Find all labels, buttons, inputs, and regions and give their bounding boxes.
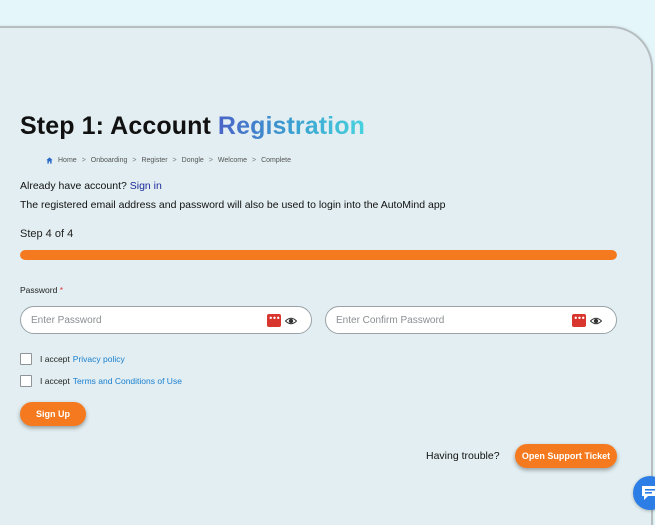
open-support-ticket-button[interactable]: Open Support Ticket — [515, 444, 617, 468]
breadcrumb-item-home[interactable]: Home — [58, 157, 77, 164]
breadcrumb-separator: > — [251, 157, 257, 164]
privacy-checkbox[interactable] — [20, 353, 32, 365]
breadcrumb-separator: > — [132, 157, 137, 164]
password-manager-icon[interactable]: ••• — [572, 314, 586, 327]
step-indicator: Step 4 of 4 — [20, 228, 74, 240]
required-marker: * — [59, 285, 64, 295]
breadcrumb-item-welcome[interactable]: Welcome — [218, 157, 247, 164]
eye-icon[interactable] — [285, 315, 297, 327]
signin-link[interactable]: Sign in — [130, 180, 162, 192]
terms-consent-row: I accept Terms and Conditions of Use — [20, 375, 182, 387]
password-input[interactable] — [31, 312, 261, 328]
progress-fill — [20, 250, 617, 260]
terms-checkbox[interactable] — [20, 375, 32, 387]
account-prompt: Already have account? — [20, 180, 127, 192]
top-bar — [0, 0, 655, 22]
info-text: The registered email address and passwor… — [20, 199, 446, 211]
page-title-accent: Registration — [217, 112, 365, 140]
progress-bar — [20, 250, 617, 260]
breadcrumb-item-complete: Complete — [261, 157, 292, 164]
privacy-consent-row: I accept Privacy policy — [20, 353, 125, 365]
breadcrumb-separator: > — [81, 157, 86, 164]
breadcrumb-separator: > — [172, 157, 177, 164]
password-field-wrapper: ••• — [20, 306, 312, 334]
confirm-password-input[interactable] — [336, 312, 566, 328]
confirm-password-field-wrapper: ••• — [325, 306, 617, 334]
page-title-prefix: Step 1: Account — [20, 112, 211, 140]
privacy-prefix: I accept — [40, 354, 70, 364]
breadcrumb-separator: > — [208, 157, 213, 164]
breadcrumb-item-onboarding[interactable]: Onboarding — [91, 157, 128, 164]
breadcrumb-item-dongle[interactable]: Dongle — [182, 157, 204, 164]
password-label: Password * — [20, 285, 63, 295]
terms-link[interactable]: Terms and Conditions of Use — [73, 376, 182, 386]
privacy-policy-link[interactable]: Privacy policy — [73, 354, 125, 364]
chat-icon — [642, 486, 655, 500]
signup-button[interactable]: Sign Up — [20, 402, 86, 426]
account-prompt-line: Already have account? Sign in — [20, 180, 162, 192]
password-label-text: Password — [20, 285, 58, 295]
breadcrumb-item-register[interactable]: Register — [141, 157, 167, 164]
trouble-text: Having trouble? — [426, 450, 500, 462]
page-title: Step 1: Account Registration — [20, 112, 365, 141]
breadcrumb: Home > Onboarding > Register > Dongle > … — [46, 157, 291, 164]
terms-prefix: I accept — [40, 376, 70, 386]
password-manager-icon[interactable]: ••• — [267, 314, 281, 327]
eye-icon[interactable] — [590, 315, 602, 327]
home-icon[interactable] — [46, 157, 53, 164]
